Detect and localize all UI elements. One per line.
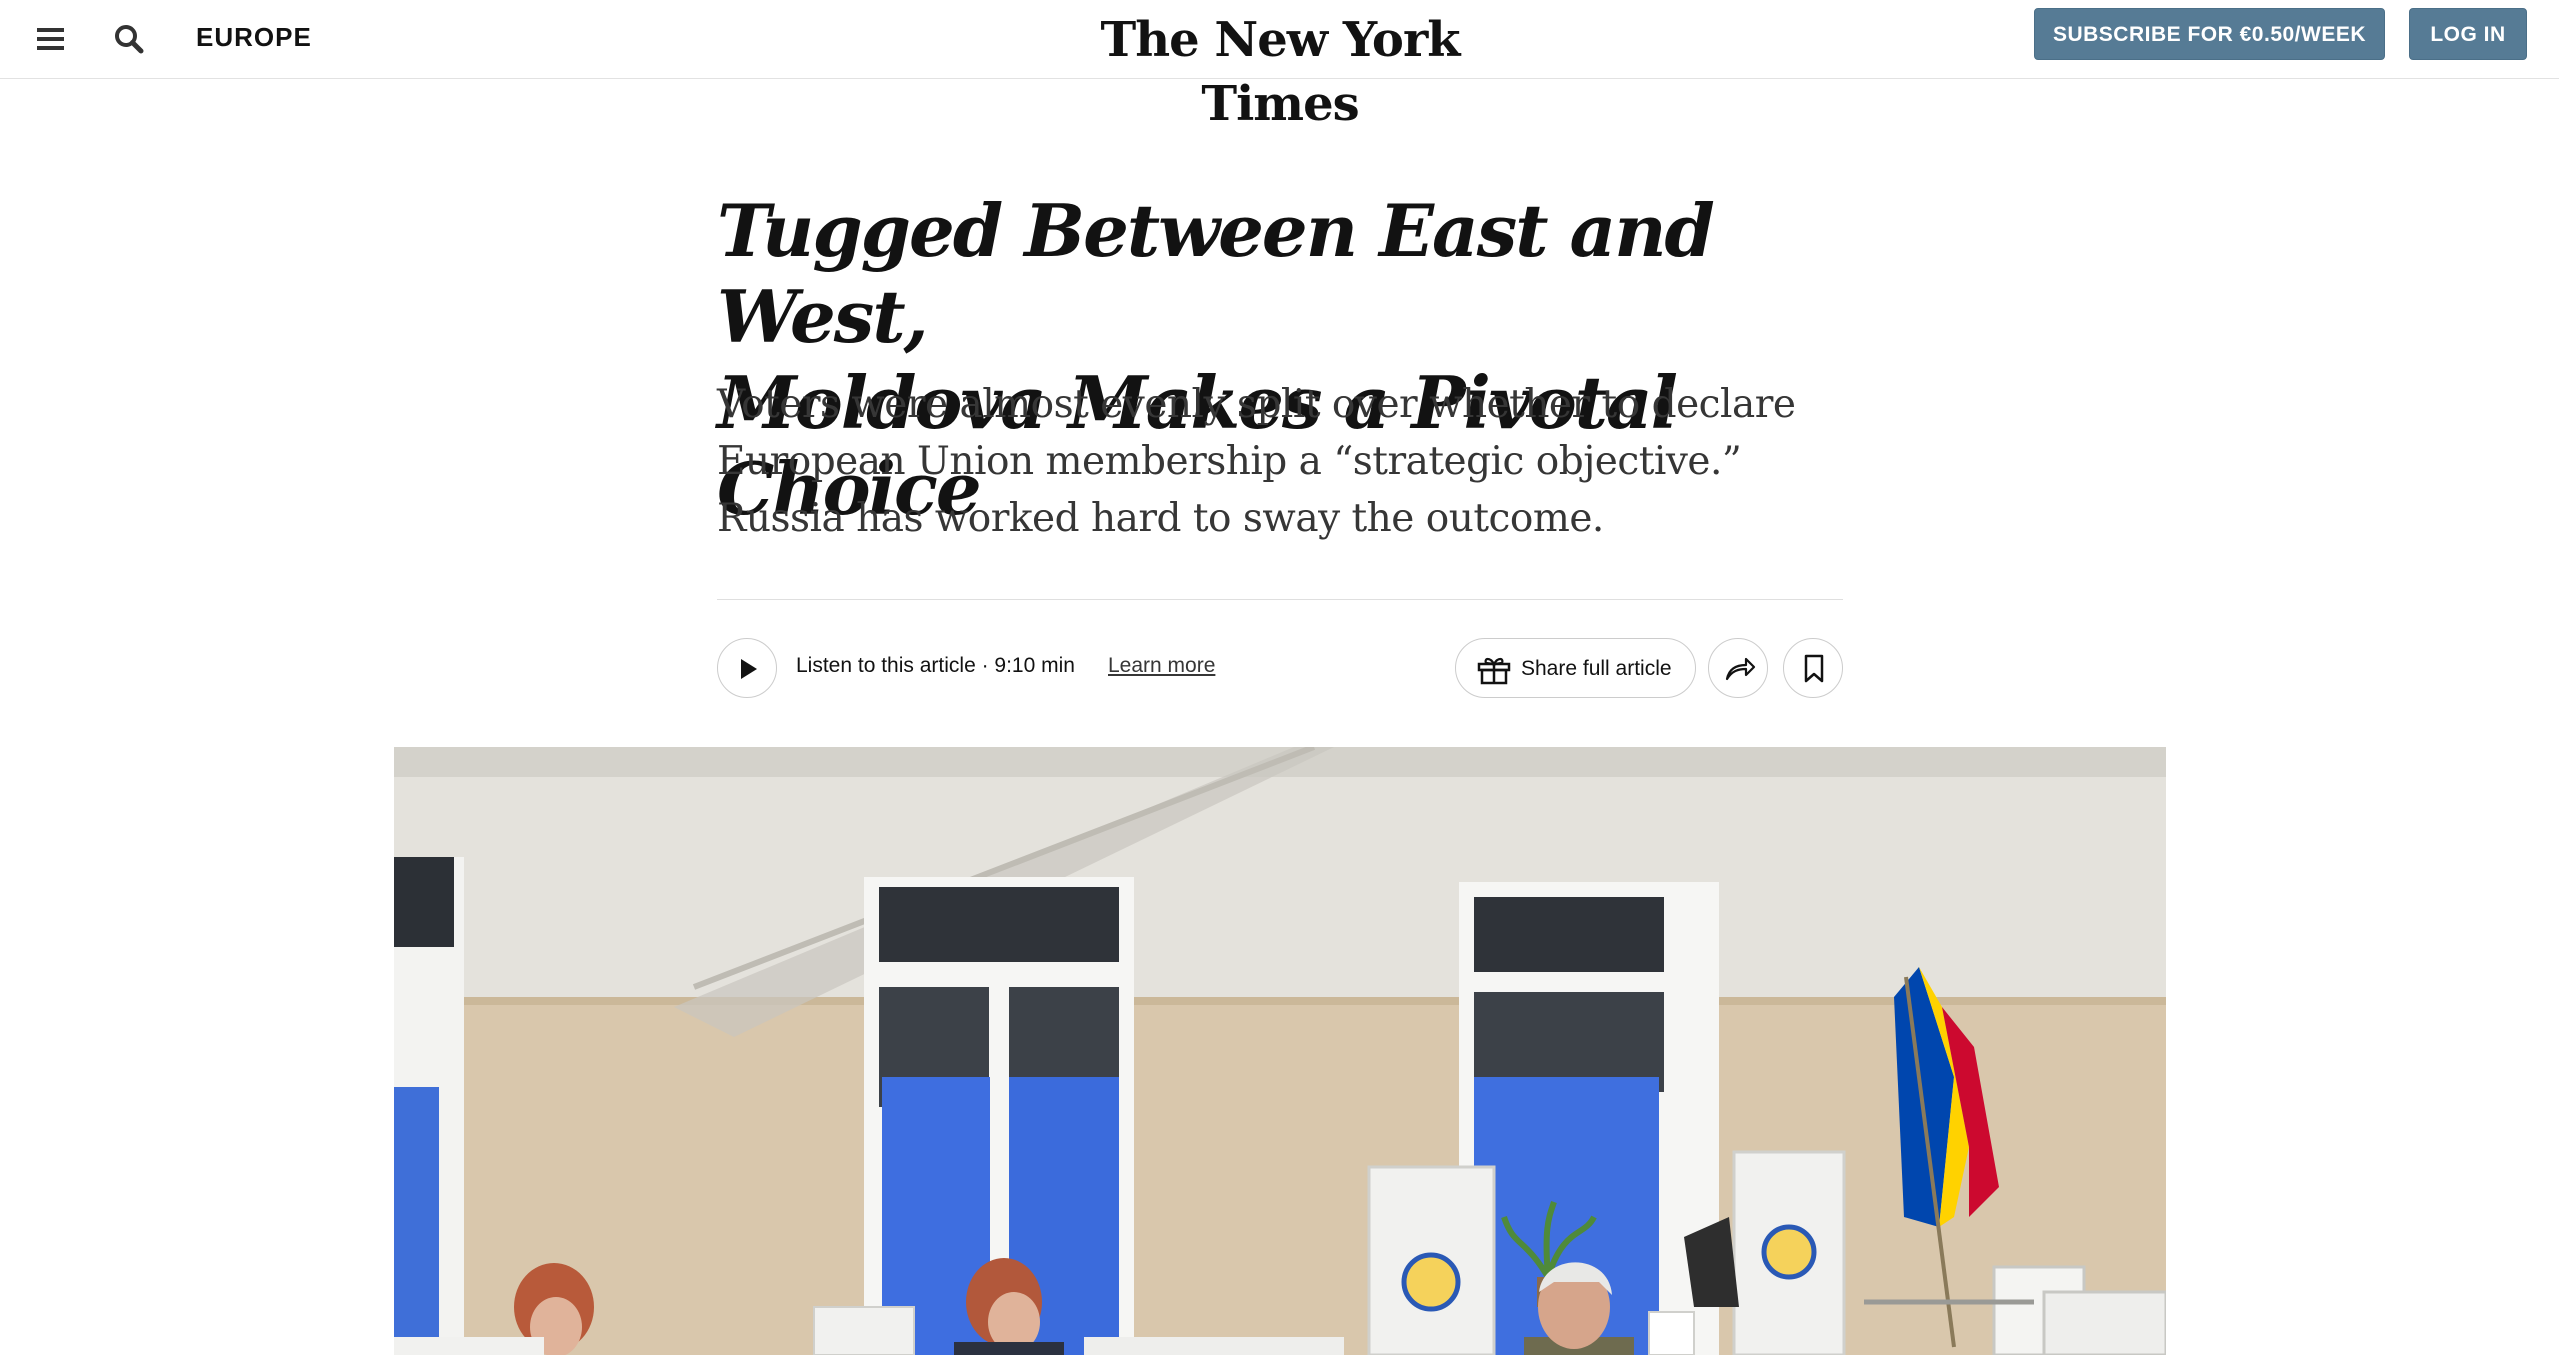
search-icon[interactable] xyxy=(110,20,148,58)
play-audio-button[interactable] xyxy=(717,638,777,698)
bookmark-button[interactable] xyxy=(1783,638,1843,698)
nyt-logo[interactable]: The New York Times xyxy=(1080,8,1480,136)
share-full-article-label: Share full article xyxy=(1521,657,1672,680)
article-summary: Voters were almost evenly split over whe… xyxy=(717,382,1796,541)
headline-line-1: Tugged Between East and West, xyxy=(717,188,1715,359)
share-button[interactable] xyxy=(1708,638,1768,698)
section-link-europe[interactable]: EUROPE xyxy=(196,22,312,53)
play-icon xyxy=(741,659,757,679)
share-full-article-button[interactable]: Share full article xyxy=(1455,638,1696,698)
hamburger-menu-icon[interactable] xyxy=(32,24,70,54)
share-arrow-icon xyxy=(1725,657,1756,681)
listen-label: Listen to this article · 9:10 min xyxy=(796,654,1075,677)
polling-station-photo xyxy=(394,747,2166,1355)
subscribe-button[interactable]: SUBSCRIBE FOR €0.50/WEEK xyxy=(2034,8,2385,60)
lead-photo-polling-station xyxy=(394,747,2166,1355)
login-button[interactable]: LOG IN xyxy=(2409,8,2527,60)
gift-icon xyxy=(1477,657,1511,685)
divider xyxy=(717,599,1843,600)
masthead: EUROPE The New York Times SUBSCRIBE FOR … xyxy=(0,0,2559,132)
learn-more-link[interactable]: Learn more xyxy=(1108,654,1215,678)
bookmark-icon xyxy=(1804,654,1824,683)
